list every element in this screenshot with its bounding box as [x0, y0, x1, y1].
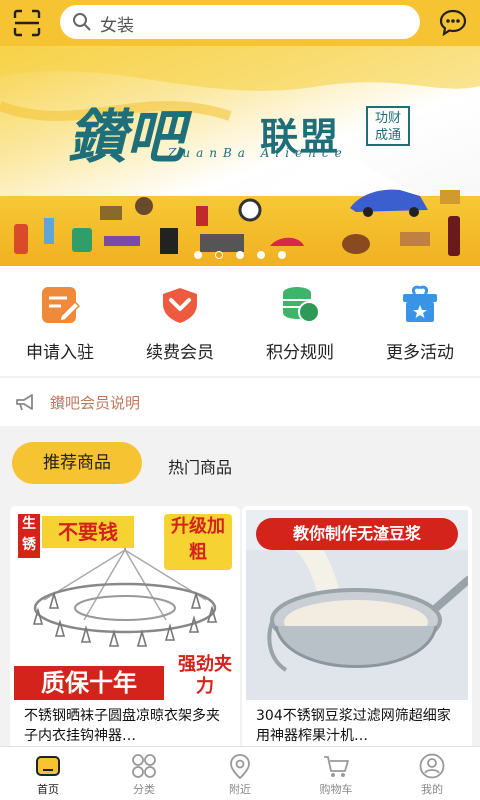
search-placeholder: 女装 — [100, 16, 134, 36]
quick-label: 申请入驻 — [26, 343, 94, 363]
message-icon[interactable] — [438, 8, 468, 38]
search-input[interactable]: 女装 — [60, 5, 420, 39]
nav-label: 购物车 — [319, 783, 353, 796]
quick-item-activities[interactable]: 更多活动 — [360, 284, 480, 368]
home-icon — [34, 753, 62, 779]
product-card[interactable]: 生锈 不要钱 升级加粗 质保十年 强劲夹力 不锈钢晒袜子圆盘凉晾衣架多夹子内衣挂… — [10, 506, 240, 756]
product-tabs: 推荐商品 热门商品 — [0, 430, 480, 496]
nav-nearby[interactable]: 附近 — [192, 753, 288, 800]
gift-icon — [399, 284, 441, 326]
quick-item-apply[interactable]: 申请入驻 — [0, 284, 120, 368]
scan-icon[interactable] — [12, 8, 42, 38]
nav-home[interactable]: 首页 — [0, 753, 96, 800]
grid-icon — [130, 753, 158, 779]
nav-category[interactable]: 分类 — [96, 753, 192, 800]
quick-label: 积分规则 — [266, 343, 334, 363]
member-notice[interactable]: 鑚吧会员说明 — [0, 378, 480, 426]
chevron-down-heart-icon — [159, 284, 201, 326]
tab-hot[interactable]: 热门商品 — [168, 454, 232, 478]
promo-banner[interactable]: 鑚吧 联盟 功财 成通 ZuanBa Alience — [0, 46, 480, 266]
search-icon — [72, 12, 92, 32]
nav-label: 附近 — [229, 783, 251, 796]
nav-label: 分类 — [133, 783, 155, 796]
product-image: 教你制作无渣豆浆 — [246, 510, 468, 700]
coins-icon — [279, 284, 321, 326]
tab-recommended[interactable]: 推荐商品 — [12, 442, 142, 484]
quick-item-points[interactable]: 积分规则 — [240, 284, 360, 368]
image-upgrade-badge: 升级加粗 — [164, 514, 232, 570]
nav-label: 首页 — [37, 783, 59, 796]
nav-label: 我的 — [421, 783, 443, 796]
edit-icon — [39, 284, 81, 326]
app-screen: 女装 鑚吧 联盟 功财 成通 ZuanBa Alience 申请入驻 续费会员 … — [0, 0, 480, 800]
cart-icon — [322, 753, 350, 779]
image-headline: 不要钱 — [42, 516, 134, 548]
quick-item-renew[interactable]: 续费会员 — [120, 284, 240, 368]
product-card[interactable]: 教你制作无渣豆浆 304不锈钢豆浆过滤网筛超细家用神器榨果汁机… — [242, 506, 472, 756]
quick-menu: 申请入驻 续费会员 积分规则 更多活动 — [0, 266, 480, 376]
product-title: 304不锈钢豆浆过滤网筛超细家用神器榨果汁机… — [256, 708, 451, 744]
product-image: 生锈 不要钱 升级加粗 质保十年 强劲夹力 — [14, 510, 236, 700]
banner-dot[interactable] — [236, 251, 244, 259]
banner-dot[interactable] — [193, 251, 202, 259]
user-icon — [418, 753, 446, 779]
image-headline: 教你制作无渣豆浆 — [256, 518, 458, 550]
image-warranty-banner: 质保十年 — [14, 666, 164, 700]
bottom-nav: 首页 分类 附近 购物车 我的 — [0, 746, 480, 800]
banner-product-illustrations — [14, 189, 460, 256]
quick-label: 续费会员 — [146, 343, 214, 363]
image-tag: 生锈 — [18, 514, 40, 558]
megaphone-icon — [14, 392, 38, 412]
nav-mine[interactable]: 我的 — [384, 753, 480, 800]
location-icon — [226, 753, 254, 780]
image-strong-text: 强劲夹力 — [178, 654, 232, 697]
top-bar: 女装 — [0, 0, 480, 46]
product-title: 不锈钢晒袜子圆盘凉晾衣架多夹子内衣挂钩神器… — [24, 708, 220, 744]
notice-text: 鑚吧会员说明 — [50, 394, 141, 412]
quick-label: 更多活动 — [386, 343, 454, 363]
banner-dot-active[interactable] — [214, 251, 223, 259]
nav-cart[interactable]: 购物车 — [288, 753, 384, 800]
banner-pagination — [0, 244, 480, 259]
